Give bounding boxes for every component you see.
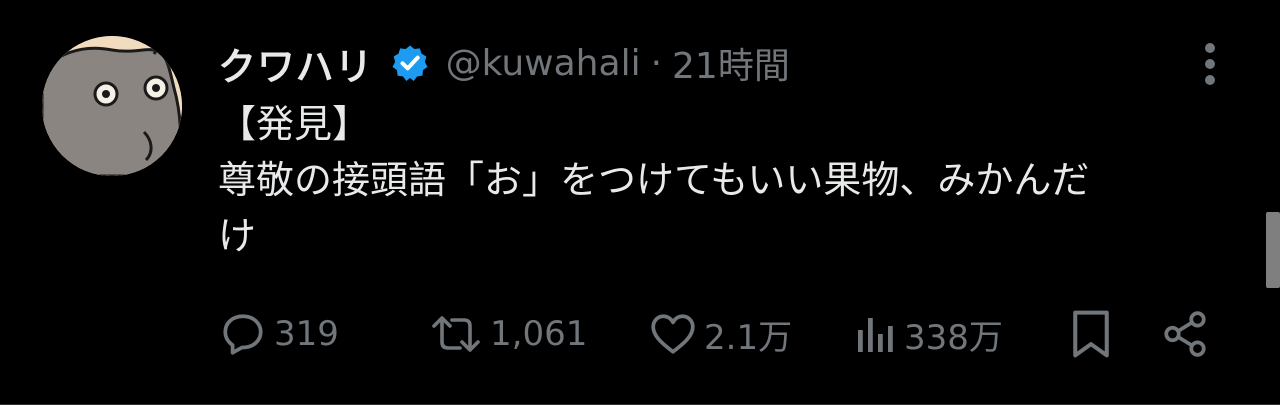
reply-button[interactable]: 319 bbox=[218, 304, 339, 364]
reply-count: 319 bbox=[274, 314, 339, 354]
tweet-text-line: 尊敬の接頭語「お」をつけてもいい果物、みかんだ bbox=[218, 158, 1090, 202]
user-handle[interactable]: @kuwahali bbox=[446, 43, 641, 84]
bookmark-button[interactable] bbox=[1068, 304, 1114, 364]
tweet-text: 【発見】 尊敬の接頭語「お」をつけてもいい果物、みかんだ け bbox=[218, 96, 1238, 264]
tweet-text-line: け bbox=[218, 214, 257, 258]
tweet[interactable]: クワハリ @kuwahali · 21時間 【発見】 尊敬の接頭語「お」をつけて… bbox=[0, 0, 1280, 405]
action-bar: 319 1,061 2.1万 338万 bbox=[218, 304, 1218, 364]
retweet-button[interactable]: 1,061 bbox=[428, 304, 587, 364]
more-options-icon[interactable] bbox=[1196, 40, 1224, 88]
tweet-text-line: 【発見】 bbox=[218, 102, 371, 146]
views-button[interactable]: 338万 bbox=[854, 304, 1003, 364]
share-button[interactable] bbox=[1160, 304, 1210, 364]
heart-icon bbox=[651, 314, 695, 354]
share-icon bbox=[1164, 311, 1206, 357]
retweet-icon bbox=[432, 316, 480, 352]
views-count: 338万 bbox=[904, 317, 1003, 358]
verified-badge-icon[interactable] bbox=[390, 43, 430, 83]
avatar[interactable] bbox=[42, 36, 182, 176]
scrollbar-thumb[interactable] bbox=[1266, 212, 1280, 288]
display-name[interactable]: クワハリ bbox=[218, 36, 374, 91]
reply-icon bbox=[223, 314, 263, 355]
like-count: 2.1万 bbox=[704, 317, 793, 358]
timestamp[interactable]: 21時間 bbox=[672, 37, 790, 89]
tweet-header: クワハリ @kuwahali · 21時間 bbox=[218, 36, 790, 90]
avatar-image bbox=[42, 36, 182, 176]
retweet-count: 1,061 bbox=[490, 314, 588, 354]
like-button[interactable]: 2.1万 bbox=[648, 304, 792, 364]
separator-dot: · bbox=[650, 42, 663, 84]
views-icon bbox=[858, 318, 893, 352]
bookmark-icon bbox=[1073, 310, 1109, 358]
